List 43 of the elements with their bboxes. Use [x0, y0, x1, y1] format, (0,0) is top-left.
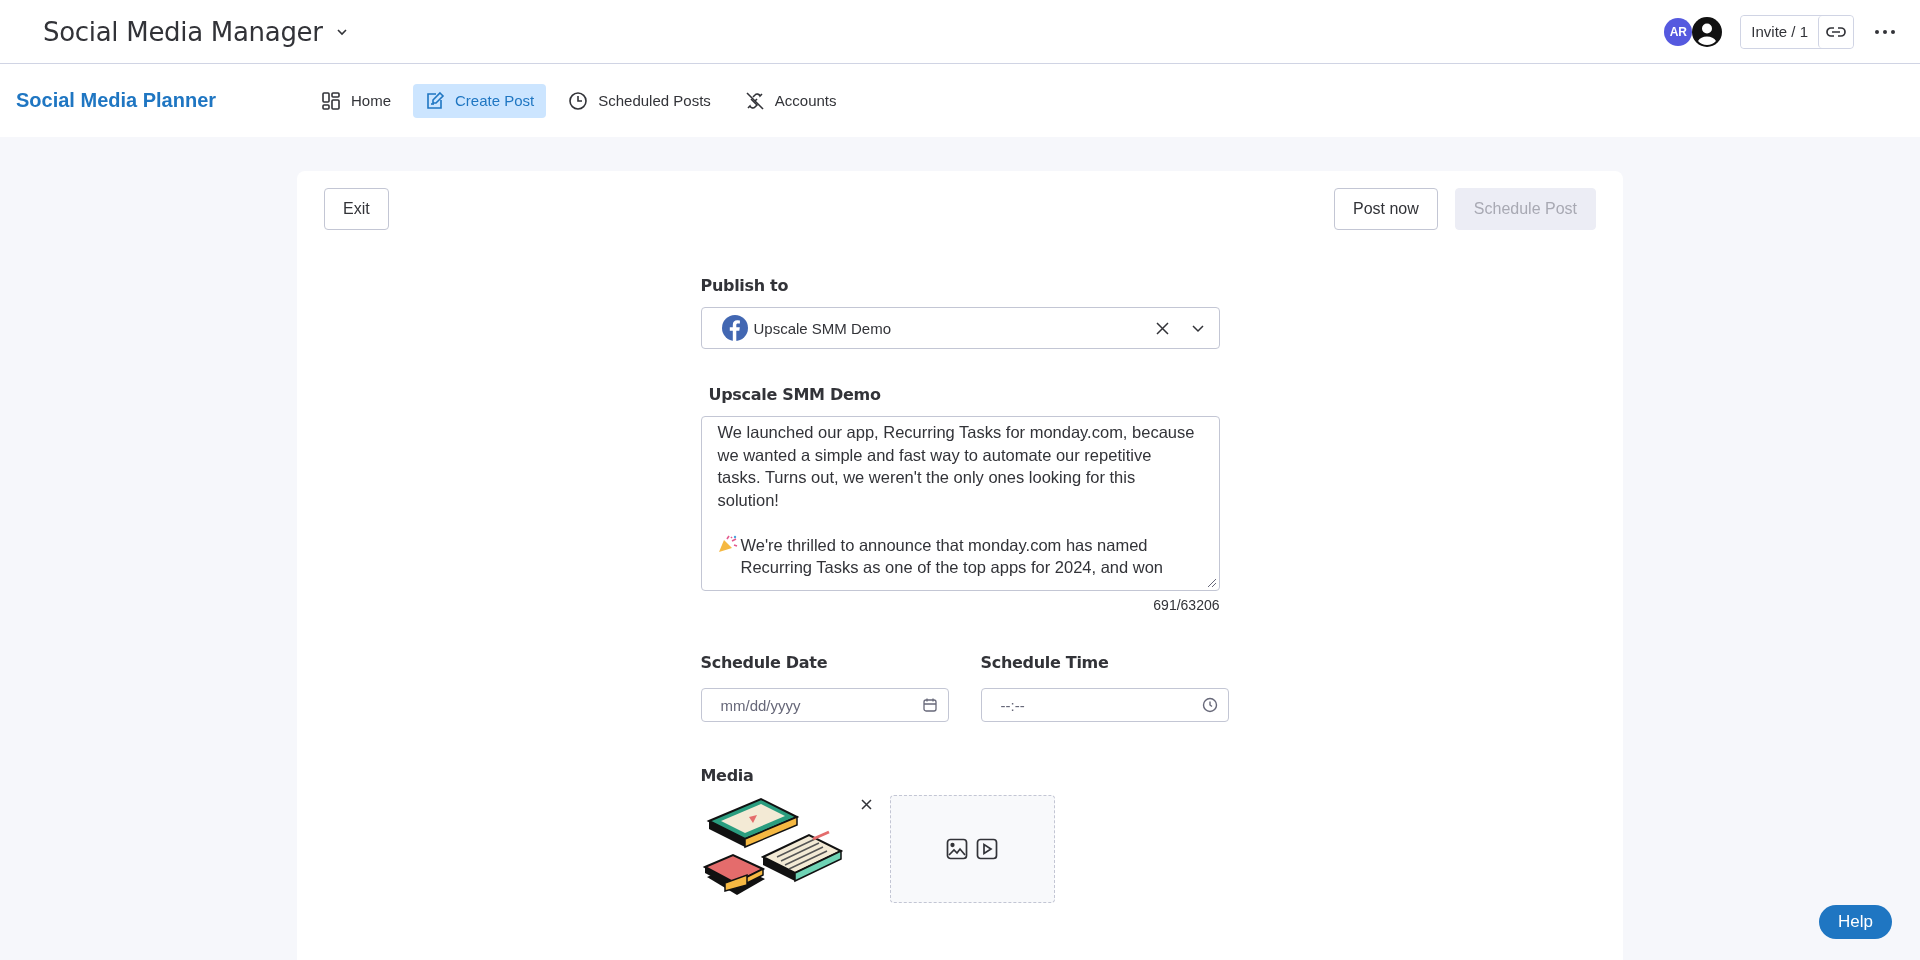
- calendar-icon[interactable]: [921, 697, 938, 713]
- unplug-icon: [744, 90, 765, 111]
- person-avatar-icon[interactable]: [1692, 16, 1723, 47]
- clock-icon[interactable]: [1201, 697, 1218, 713]
- dashboard-icon: [321, 90, 341, 111]
- publish-to-label: Publish to: [700, 276, 790, 295]
- post-text-field[interactable]: [700, 416, 1220, 591]
- character-count: 691/63206: [1153, 597, 1220, 613]
- help-button[interactable]: Help: [1819, 905, 1892, 939]
- time-input[interactable]: --:--: [998, 695, 1202, 715]
- copy-link-button[interactable]: [1818, 15, 1853, 48]
- link-icon: [1826, 24, 1846, 39]
- post-now-button[interactable]: Post now: [1334, 188, 1438, 230]
- date-input[interactable]: mm/dd/yyyy: [718, 695, 922, 715]
- exit-button[interactable]: Exit: [324, 188, 389, 230]
- video-icon: [976, 838, 998, 860]
- account-select[interactable]: Upscale SMM Demo: [700, 307, 1220, 349]
- image-icon: [946, 838, 968, 860]
- more-icon: [1874, 28, 1896, 35]
- clear-button[interactable]: [1153, 319, 1171, 337]
- facebook-icon: [721, 315, 748, 341]
- clock-icon: [568, 90, 589, 111]
- edit-icon: [425, 90, 445, 111]
- time-field[interactable]: --:--: [980, 688, 1229, 722]
- party-popper-icon: [717, 534, 738, 553]
- date-field[interactable]: mm/dd/yyyy: [700, 688, 949, 722]
- post-paragraph: We launched our app, Recurring Tasks for monday.com, because we wanted a simple and fast way to automate our repetitive tasks. Turns out, we weren't the only ones looking for this solution!: [717, 422, 1196, 511]
- close-icon: [860, 799, 872, 810]
- schedule-date-label: Schedule Date: [700, 653, 829, 672]
- close-icon: [1155, 321, 1169, 335]
- media-label: Media: [700, 766, 755, 785]
- schedule-time-label: Schedule Time: [980, 653, 1110, 672]
- nav-tab[interactable]: Accounts: [732, 83, 849, 118]
- brand-title: Social Media Planner: [16, 89, 218, 112]
- user-avatar[interactable]: AR: [1664, 17, 1693, 46]
- nav-tab[interactable]: Home: [309, 83, 403, 118]
- resize-handle-icon: [1206, 578, 1217, 588]
- nav-tab[interactable]: Scheduled Posts: [556, 83, 723, 118]
- app-title: Social Media Manager: [43, 16, 323, 47]
- account-label: Upscale SMM Demo: [708, 385, 882, 404]
- post-paragraph: We're thrilled to announce that monday.com has named Recurring Tasks as one of the top apps for 2024, and won: [740, 534, 1165, 578]
- remove-media-button[interactable]: [860, 799, 872, 810]
- nav-tab[interactable]: Create Post: [413, 83, 547, 118]
